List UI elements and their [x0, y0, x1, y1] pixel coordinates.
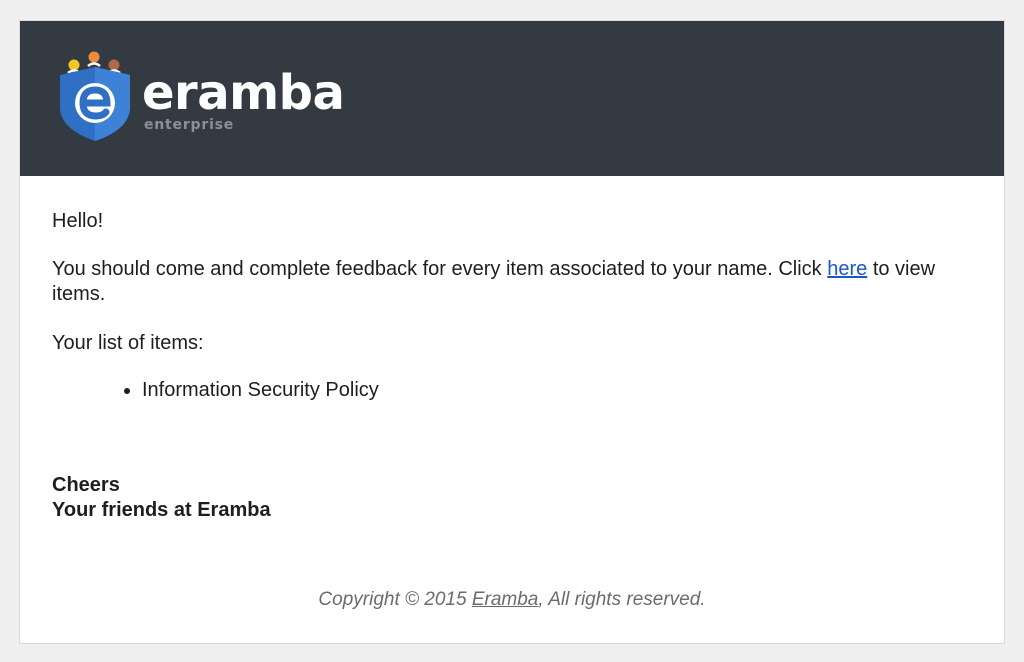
copyright-text: Copyright © 2015	[318, 589, 472, 610]
eramba-logo: eramba enterprise	[58, 49, 358, 144]
email-body: Hello! You should come and complete feed…	[52, 209, 972, 523]
eramba-shield-logo-icon	[60, 51, 130, 141]
copyright-footer: Copyright © 2015 Eramba, All rights rese…	[20, 588, 1004, 612]
list-title: Your list of items:	[52, 332, 204, 354]
view-items-link[interactable]: here	[827, 258, 867, 280]
items-list: Information Security Policy	[52, 378, 972, 403]
signoff: Cheers Your friends at Eramba	[52, 473, 972, 523]
signoff-signature: Your friends at Eramba	[52, 499, 271, 521]
logo-subtitle: enterprise	[144, 117, 235, 133]
email-header: eramba enterprise	[20, 21, 1004, 176]
list-item: Information Security Policy	[142, 378, 972, 403]
signoff-cheers: Cheers	[52, 474, 120, 496]
message-text: You should come and complete feedback fo…	[52, 258, 828, 280]
rights-reserved-text: , All rights reserved.	[538, 589, 706, 610]
logo-wordmark: eramba	[142, 65, 345, 121]
email-card: eramba enterprise Hello! You should come…	[19, 20, 1005, 644]
message-paragraph: You should come and complete feedback fo…	[52, 257, 972, 307]
eramba-footer-link[interactable]: Eramba	[472, 589, 539, 610]
greeting-text: Hello!	[52, 210, 104, 232]
